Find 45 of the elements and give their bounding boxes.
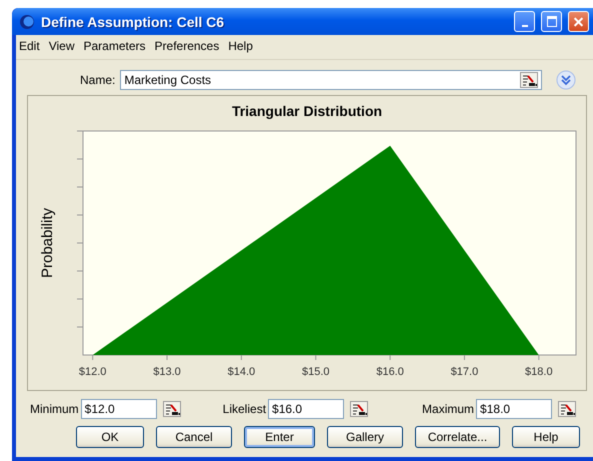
- chart-title: Triangular Distribution: [232, 102, 382, 119]
- dialog-button[interactable]: OK: [76, 426, 144, 448]
- minimize-button[interactable]: [514, 11, 535, 32]
- menu-item[interactable]: Edit: [19, 39, 40, 53]
- x-tick-label: $13.0: [153, 366, 181, 378]
- maximize-button[interactable]: [541, 11, 562, 32]
- x-tick: [315, 354, 316, 360]
- window-title: Define Assumption: Cell C6: [41, 14, 226, 30]
- menu-item[interactable]: Help: [228, 39, 253, 53]
- dialog-button[interactable]: Help: [512, 426, 580, 448]
- x-tick: [92, 354, 94, 360]
- close-button[interactable]: [568, 11, 589, 32]
- name-field[interactable]: Marketing Costs: [120, 70, 542, 90]
- name-label: Name:: [80, 73, 116, 87]
- parameter-label: Minimum: [30, 402, 79, 416]
- menu-item[interactable]: Parameters: [83, 39, 146, 53]
- y-axis-label: Probability: [39, 208, 56, 278]
- menu-item[interactable]: View: [48, 39, 74, 53]
- menu-item[interactable]: Preferences: [154, 39, 220, 53]
- x-tick-label: $18.0: [525, 366, 553, 378]
- dialog-button[interactable]: Gallery: [327, 426, 403, 448]
- x-tick-label: $15.0: [302, 366, 330, 378]
- cell-select-icon[interactable]: [162, 401, 181, 417]
- cell-select-icon[interactable]: [520, 72, 538, 88]
- parameter-label: Maximum: [422, 402, 474, 416]
- x-tick-label: $16.0: [376, 366, 404, 378]
- app-logo-icon: [19, 14, 35, 30]
- cell-select-icon[interactable]: [558, 401, 576, 417]
- dialog-button[interactable]: Correlate...: [415, 426, 500, 448]
- x-tick: [538, 354, 540, 360]
- x-tick: [166, 354, 168, 360]
- parameter-field[interactable]: $12.0: [80, 399, 157, 419]
- expand-icon[interactable]: [556, 70, 576, 90]
- x-tick: [390, 354, 391, 360]
- parameter-field[interactable]: $18.0: [476, 399, 552, 419]
- cell-select-icon[interactable]: [350, 401, 368, 417]
- x-tick-label: $17.0: [450, 366, 478, 378]
- x-tick-label: $12.0: [78, 366, 106, 378]
- x-tick-label: $14.0: [228, 366, 256, 378]
- dialog-button[interactable]: Cancel: [156, 426, 232, 448]
- parameter-field[interactable]: $16.0: [268, 399, 344, 419]
- parameter-label: Likeliest: [222, 402, 266, 416]
- x-tick: [464, 354, 465, 360]
- x-tick: [240, 354, 242, 360]
- dialog-button[interactable]: Enter: [244, 426, 315, 448]
